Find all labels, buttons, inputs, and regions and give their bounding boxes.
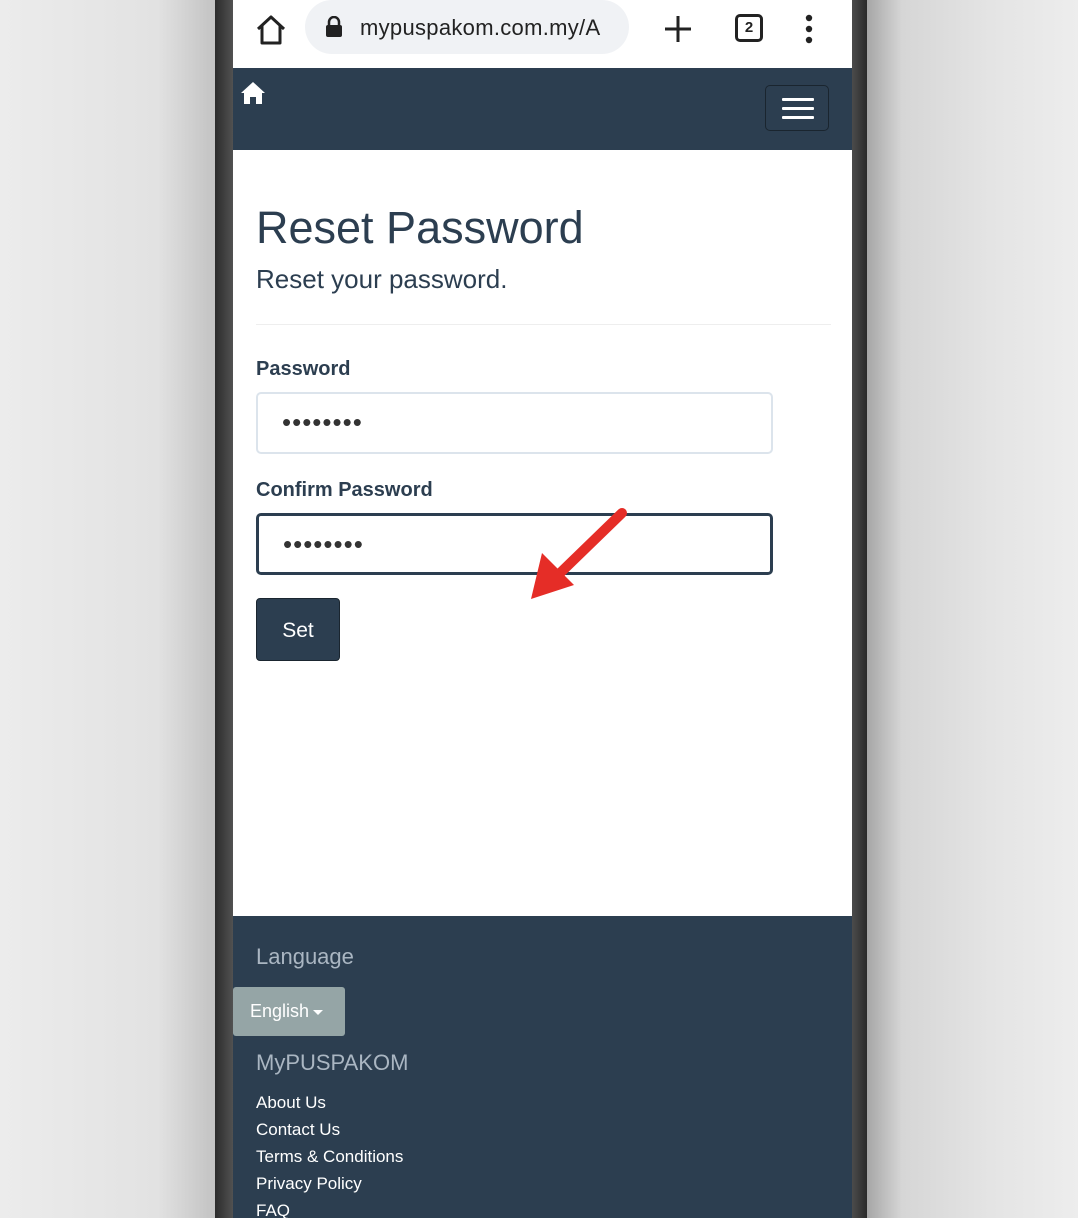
home-icon[interactable]: [253, 12, 289, 48]
password-field[interactable]: ••••••••: [256, 392, 773, 454]
annotation-arrow: [531, 508, 627, 599]
background-left: [0, 0, 225, 1218]
password-label: Password: [256, 358, 351, 380]
hamburger-line: [782, 98, 814, 101]
page-subtitle: Reset your password.: [256, 264, 508, 294]
confirm-password-label: Confirm Password: [256, 479, 433, 501]
footer-link-faq[interactable]: FAQ: [256, 1201, 290, 1218]
hamburger-menu-icon[interactable]: [765, 85, 829, 131]
set-button[interactable]: Set: [256, 598, 340, 661]
footer-link-terms[interactable]: Terms & Conditions: [256, 1147, 403, 1167]
confirm-password-field[interactable]: ••••••••: [256, 513, 773, 575]
footer-link-privacy[interactable]: Privacy Policy: [256, 1174, 362, 1194]
more-vert-icon[interactable]: [799, 12, 819, 46]
phone-screen: mypuspakom.com.my/A 2 Reset Password Res…: [233, 0, 852, 1218]
plus-icon[interactable]: [661, 12, 695, 46]
hamburger-line: [782, 107, 814, 110]
lock-icon: [326, 16, 342, 37]
home-icon[interactable]: [240, 81, 266, 105]
language-selected: English: [250, 1001, 310, 1021]
browser-toolbar: mypuspakom.com.my/A 2: [233, 0, 852, 69]
footer-link-contact-us[interactable]: Contact Us: [256, 1120, 340, 1140]
caret-down-icon: [313, 1009, 324, 1015]
tabs-icon[interactable]: 2: [735, 14, 763, 42]
page-title: Reset Password: [256, 202, 584, 253]
background-right: [858, 0, 1078, 1218]
hamburger-line: [782, 116, 814, 119]
site-heading: MyPUSPAKOM: [256, 1050, 409, 1075]
url-text: mypuspakom.com.my/A: [360, 15, 601, 40]
language-heading: Language: [256, 944, 354, 969]
footer-link-about-us[interactable]: About Us: [256, 1093, 326, 1113]
address-bar[interactable]: mypuspakom.com.my/A: [305, 0, 629, 54]
site-navbar: [233, 68, 852, 150]
language-dropdown[interactable]: English: [233, 987, 345, 1036]
site-footer: Language English MyPUSPAKOM About Us Con…: [233, 916, 852, 1218]
divider: [256, 324, 831, 325]
